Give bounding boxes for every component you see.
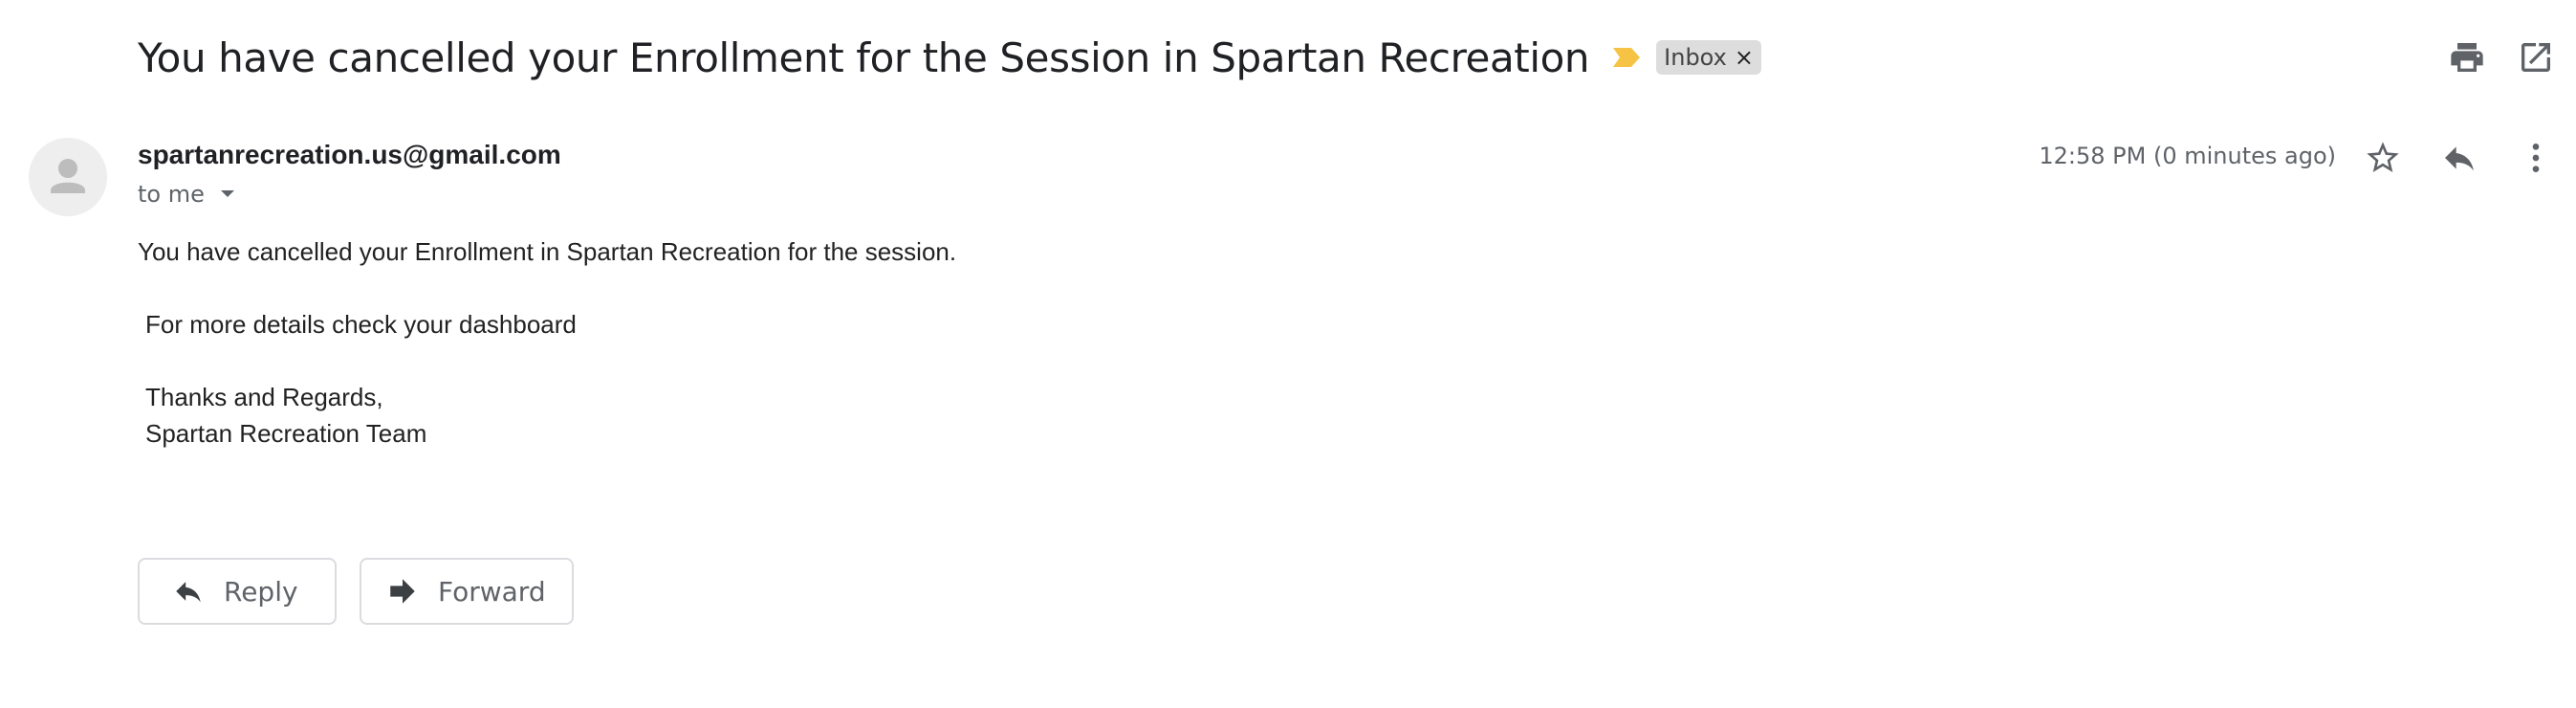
print-icon[interactable] — [2448, 38, 2486, 77]
important-marker-icon[interactable] — [1612, 47, 1641, 68]
forward-icon — [390, 579, 415, 604]
body-line: For more details check your dashboard — [145, 310, 577, 339]
remove-label-icon[interactable]: × — [1735, 44, 1754, 71]
email-subject: You have cancelled your Enrollment for t… — [138, 33, 1590, 81]
open-in-new-window-icon[interactable] — [2517, 38, 2555, 77]
body-line: Spartan Recreation Team — [145, 419, 427, 448]
sender-avatar[interactable] — [29, 138, 107, 216]
body-line: Thanks and Regards, — [145, 383, 383, 411]
reply-icon[interactable] — [2440, 139, 2478, 177]
inbox-label-chip: Inbox × — [1656, 40, 1761, 75]
more-vert-icon[interactable] — [2517, 139, 2555, 177]
chevron-down-icon[interactable] — [218, 188, 237, 200]
email-timestamp: 12:58 PM (0 minutes ago) — [2039, 143, 2336, 169]
reply-button[interactable]: Reply — [138, 558, 337, 625]
forward-button-label: Forward — [438, 575, 546, 608]
body-line: You have cancelled your Enrollment in Sp… — [138, 237, 957, 266]
reply-button-label: Reply — [224, 575, 298, 608]
recipient-line: to me — [138, 181, 237, 208]
email-body: You have cancelled your Enrollment in Sp… — [138, 233, 956, 452]
email-view: You have cancelled your Enrollment for t… — [0, 0, 2576, 708]
reply-icon — [176, 582, 201, 603]
star-icon[interactable] — [2364, 139, 2402, 177]
forward-button[interactable]: Forward — [360, 558, 574, 625]
subject-row: You have cancelled your Enrollment for t… — [138, 27, 1761, 88]
inbox-label-text: Inbox — [1664, 44, 1727, 71]
sender-email[interactable]: spartanrecreation.us@gmail.com — [138, 140, 561, 170]
person-icon — [51, 159, 85, 193]
recipient-text: to me — [138, 181, 205, 208]
